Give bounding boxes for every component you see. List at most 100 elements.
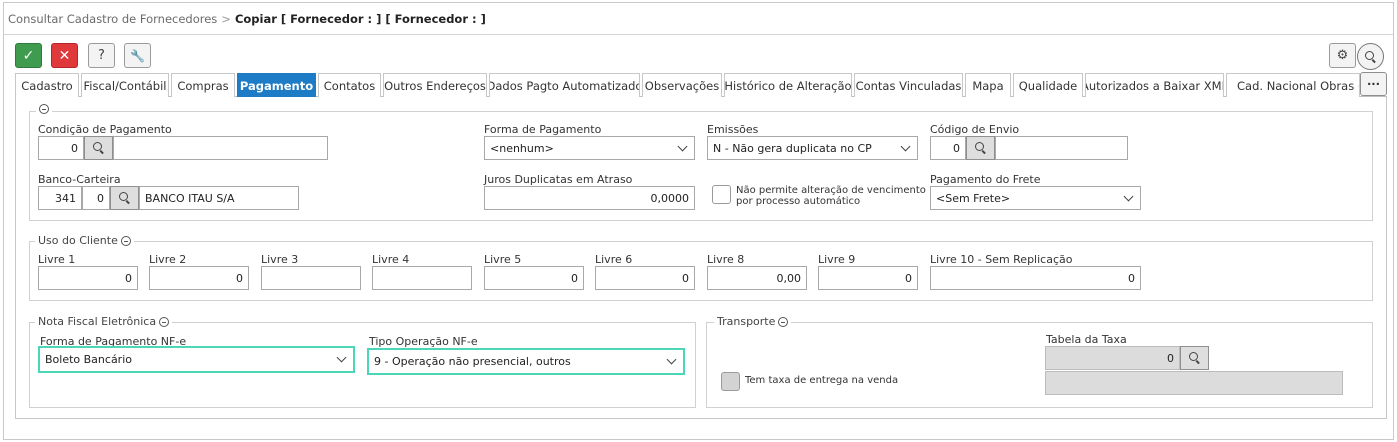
chevron-down-icon — [900, 141, 911, 152]
breadcrumb-parent[interactable]: Consultar Cadastro de Fornecedores — [8, 12, 217, 26]
chevron-down-icon — [336, 352, 347, 363]
tabela-taxa-desc-input[interactable] — [1045, 371, 1343, 395]
collapse-icon[interactable] — [120, 235, 131, 246]
settings-button[interactable]: ⚙ — [1329, 43, 1356, 68]
tem-taxa-entrega-checkbox[interactable] — [721, 372, 740, 391]
wrench-icon: 🔧 — [130, 48, 145, 63]
forma-pagamento-select[interactable]: <nenhum> — [484, 136, 695, 160]
forma-pagamento-nfe-value: Boleto Bancário — [45, 353, 132, 366]
transporte-legend-text: Transporte — [717, 315, 776, 328]
emissoes-select[interactable]: N - Não gera duplicata no CP — [707, 136, 918, 160]
collapse-icon[interactable] — [159, 316, 170, 327]
livre-1-label: Livre 1 — [38, 253, 76, 266]
search-icon — [974, 142, 987, 154]
codigo-envio-desc-input[interactable] — [995, 136, 1128, 160]
tools-button[interactable]: 🔧 — [124, 43, 151, 68]
forma-pagamento-nfe-select[interactable]: Boleto Bancário — [38, 346, 355, 373]
pagamento-frete-select[interactable]: <Sem Frete> — [930, 186, 1141, 210]
check-icon: ✓ — [22, 47, 35, 64]
breadcrumb-current: Copiar [ Fornecedor : ] [ Fornecedor : ] — [234, 12, 486, 26]
collapse-icon[interactable] — [778, 316, 789, 327]
livre-3-label: Livre 3 — [261, 253, 299, 266]
juros-input[interactable]: 0,0000 — [484, 186, 695, 210]
tipo-operacao-nfe-label: Tipo Operação NF-e — [369, 335, 478, 348]
tab-fiscal-contabil[interactable]: Fiscal/Contábil — [81, 73, 169, 97]
livre-5-label: Livre 5 — [484, 253, 522, 266]
emissoes-value: N - Não gera duplicata no CP — [713, 141, 872, 155]
tab-observacoes[interactable]: Observações — [642, 73, 722, 97]
confirm-button[interactable]: ✓ — [15, 43, 42, 68]
breadcrumb: Consultar Cadastro de Fornecedores > Copia… — [8, 12, 486, 26]
search-button[interactable] — [1357, 43, 1384, 70]
search-icon — [1364, 50, 1377, 63]
forma-pagamento-value: <nenhum> — [490, 141, 554, 155]
search-icon — [1188, 352, 1201, 364]
tem-taxa-entrega-label: Tem taxa de entrega na venda — [745, 375, 899, 386]
tab-historico-alteracao[interactable]: Histórico de Alteração — [724, 73, 852, 97]
juros-label: Juros Duplicatas em Atraso — [484, 173, 633, 186]
livre-6-label: Livre 6 — [595, 253, 633, 266]
livre-9-label: Livre 9 — [818, 253, 856, 266]
breadcrumb-separator: > — [221, 12, 231, 26]
condicao-pagamento-desc-input[interactable] — [113, 136, 328, 160]
tab-dados-pagto-automatizado[interactable]: Dados Pagto Automatizado — [489, 73, 640, 97]
tabela-taxa-code-input[interactable]: 0 — [1045, 346, 1180, 370]
codigo-envio-lookup-button[interactable] — [966, 136, 995, 160]
cancel-button[interactable]: ✕ — [51, 43, 78, 68]
transporte-legend: Transporte — [714, 315, 792, 328]
livre-10-input[interactable]: 0 — [930, 266, 1141, 290]
tab-pagamento[interactable]: Pagamento — [237, 73, 316, 97]
livre-4-input[interactable] — [372, 266, 472, 290]
codigo-envio-label: Código de Envio — [930, 123, 1020, 136]
tab-mapa[interactable]: Mapa — [965, 73, 1011, 97]
banco-code-input[interactable]: 341 — [38, 186, 82, 210]
tab-outros-enderecos[interactable]: Outros Endereços — [383, 73, 487, 97]
emissoes-label: Emissões — [707, 123, 759, 136]
tipo-operacao-nfe-value: 9 - Operação não presencial, outros — [374, 355, 571, 368]
pagamento-section-legend — [36, 104, 52, 114]
tab-contas-vinculadas[interactable]: Contas Vinculadas — [854, 73, 963, 97]
pagamento-frete-label: Pagamento do Frete — [930, 173, 1041, 186]
nfe-legend-text: Nota Fiscal Eletrônica — [38, 315, 157, 328]
transporte-section — [706, 322, 1373, 408]
livre-6-input[interactable]: 0 — [595, 266, 695, 290]
condicao-pagamento-label: Condição de Pagamento — [38, 123, 172, 136]
livre-5-input[interactable]: 0 — [484, 266, 584, 290]
gear-icon: ⚙ — [1336, 48, 1349, 63]
livre-8-input[interactable]: 0,00 — [707, 266, 807, 290]
livre-1-input[interactable]: 0 — [38, 266, 138, 290]
tipo-operacao-nfe-select[interactable]: 9 - Operação não presencial, outros — [367, 348, 685, 375]
more-tabs-button[interactable]: ··· — [1360, 72, 1387, 96]
condicao-pagamento-lookup-button[interactable] — [84, 136, 113, 160]
chevron-down-icon — [677, 141, 688, 152]
tabela-taxa-label: Tabela da Taxa — [1046, 333, 1127, 346]
carteira-code-input[interactable]: 0 — [82, 186, 110, 210]
banco-desc-input[interactable]: BANCO ITAU S/A — [139, 186, 299, 210]
nao-permite-alteracao-label-line2: por processo automático — [736, 196, 861, 207]
help-button[interactable]: ? — [88, 43, 115, 68]
tab-compras[interactable]: Compras — [171, 73, 235, 97]
forma-pagamento-label: Forma de Pagamento — [484, 123, 602, 136]
tabela-taxa-lookup-button[interactable] — [1180, 346, 1209, 370]
tab-cadastro[interactable]: Cadastro — [15, 73, 79, 97]
uso-cliente-legend: Uso do Cliente — [35, 234, 134, 247]
close-icon: ✕ — [58, 47, 71, 64]
tab-bar: Cadastro Fiscal/Contábil Compras Pagamen… — [15, 72, 1387, 97]
nao-permite-alteracao-label: Não permite alteração de vencimento por p… — [736, 185, 926, 207]
page-header: Consultar Cadastro de Fornecedores > Copia… — [4, 3, 1393, 35]
nao-permite-alteracao-checkbox[interactable] — [712, 185, 731, 204]
tab-contatos[interactable]: Contatos — [318, 73, 381, 97]
help-icon: ? — [98, 48, 105, 63]
codigo-envio-code-input[interactable]: 0 — [930, 136, 966, 160]
banco-lookup-button[interactable] — [110, 186, 139, 210]
livre-9-input[interactable]: 0 — [818, 266, 918, 290]
tab-qualidade[interactable]: Qualidade — [1013, 73, 1083, 97]
condicao-pagamento-code-input[interactable]: 0 — [38, 136, 84, 160]
collapse-icon[interactable] — [39, 104, 49, 114]
search-icon — [118, 192, 131, 204]
livre-2-input[interactable]: 0 — [149, 266, 249, 290]
pagamento-frete-value: <Sem Frete> — [936, 191, 1011, 205]
livre-3-input[interactable] — [261, 266, 361, 290]
tab-autorizados-xml[interactable]: Autorizados a Baixar XML — [1085, 73, 1224, 97]
tab-cad-nacional-obras[interactable]: Cad. Nacional Obras (CNO) — [1226, 73, 1360, 97]
